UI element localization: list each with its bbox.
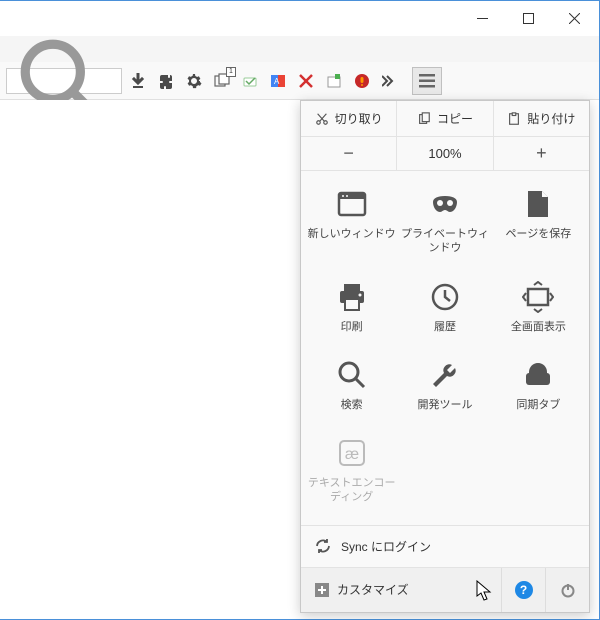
item-label: テキストエンコーディング [307,476,396,505]
window-close-button[interactable] [551,4,597,34]
copy-label: コピー [437,110,473,127]
power-icon [560,582,576,598]
menu-item-save-page[interactable]: ページを保存 [492,181,585,262]
menu-item-devtools[interactable]: 開発ツール [398,352,491,418]
item-label: 検索 [341,398,363,412]
svg-text:A: A [274,77,280,86]
menu-footer: カスタマイズ ? [301,568,589,612]
menu-item-history[interactable]: 履歴 [398,274,491,340]
help-button[interactable]: ? [501,568,545,612]
ext1-icon[interactable] [238,69,262,93]
ext2-icon[interactable]: A [266,69,290,93]
menu-item-new-window[interactable]: 新しいウィンドウ [305,181,398,262]
toolbar: 1 A [0,62,599,100]
menu-item-private-window[interactable]: プライベートウィンドウ [398,181,491,262]
cut-label: 切り取り [335,110,383,127]
sync-label: Sync にログイン [341,538,431,555]
sync-icon [315,538,331,554]
paste-label: 貼り付け [527,110,575,127]
window-maximize-button[interactable] [505,4,551,34]
item-label: 履歴 [434,320,456,334]
app-menu-panel: 切り取り コピー 貼り付け − 100% + 新しいウィンドウ プライベートウィ… [300,100,590,613]
menu-item-sync-tabs[interactable]: 同期タブ [492,352,585,418]
item-label: 新しいウィンドウ [308,227,396,241]
settings-icon[interactable] [182,69,206,93]
window-minimize-button[interactable] [459,4,505,34]
edit-row: 切り取り コピー 貼り付け [301,101,589,137]
zoom-row: − 100% + [301,137,589,171]
customize-button[interactable]: カスタマイズ [301,581,501,598]
zoom-value: 100% [397,137,493,170]
menu-item-find[interactable]: 検索 [305,352,398,418]
item-label: プライベートウィンドウ [400,227,489,256]
addons-icon[interactable] [154,69,178,93]
tabgroups-icon[interactable]: 1 [210,69,234,93]
item-label: ページを保存 [505,227,571,241]
menu-item-fullscreen[interactable]: 全画面表示 [492,274,585,340]
item-label: 同期タブ [516,398,560,412]
downloads-icon[interactable] [126,69,150,93]
ext5-icon[interactable] [350,69,374,93]
menu-item-text-encoding[interactable]: æ テキストエンコーディング [305,430,398,511]
tabgroups-badge: 1 [226,67,236,77]
customize-label: カスタマイズ [337,581,409,598]
menu-grid: 新しいウィンドウ プライベートウィンドウ ページを保存 印刷 履歴 全画面表示 … [301,171,589,526]
ext4-icon[interactable] [322,69,346,93]
copy-button[interactable]: コピー [397,101,493,136]
item-label: 開発ツール [417,398,472,412]
item-label: 全画面表示 [511,320,566,334]
ext3-icon[interactable] [294,69,318,93]
zoom-in-button[interactable]: + [494,137,589,170]
search-box[interactable] [6,68,122,94]
plus-icon [315,583,329,597]
overflow-icon[interactable] [378,69,402,93]
menu-item-print[interactable]: 印刷 [305,274,398,340]
menu-button[interactable] [412,67,442,95]
paste-button[interactable]: 貼り付け [494,101,589,136]
quit-button[interactable] [545,568,589,612]
item-label: 印刷 [341,320,363,334]
zoom-out-button[interactable]: − [301,137,397,170]
sync-signin-button[interactable]: Sync にログイン [301,526,589,568]
svg-text:æ: æ [345,446,359,463]
help-icon: ? [515,581,533,599]
cut-button[interactable]: 切り取り [301,101,397,136]
